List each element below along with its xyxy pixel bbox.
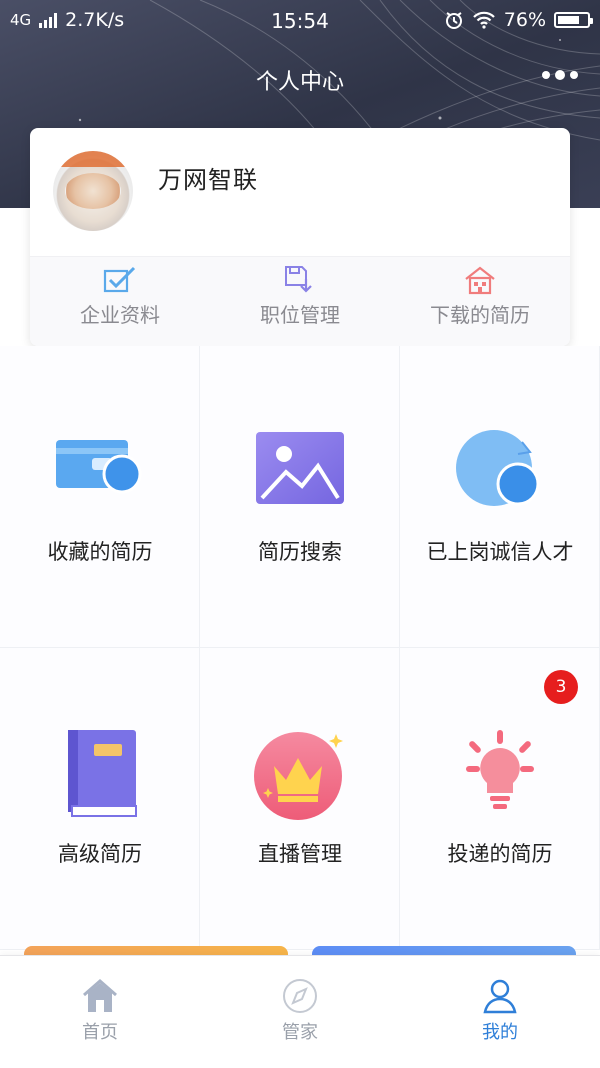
save-download-icon <box>285 266 312 293</box>
more-dots-icon[interactable] <box>542 70 578 80</box>
action-downloaded-resumes[interactable]: 下载的简历 <box>390 257 570 346</box>
home-icon <box>83 979 117 1012</box>
house-icon <box>465 266 495 295</box>
tab-mine[interactable]: 我的 <box>400 956 600 1068</box>
battery-percent: 76% <box>503 9 546 31</box>
action-label: 职位管理 <box>260 303 340 327</box>
action-job-management[interactable]: 职位管理 <box>210 257 390 346</box>
checkbox-icon <box>103 266 136 293</box>
page-title: 个人中心 <box>255 70 344 95</box>
lightbulb-icon <box>465 730 534 809</box>
alarm-icon <box>445 12 462 29</box>
book-icon <box>67 730 137 817</box>
image-mountain-icon <box>255 432 344 504</box>
action-company-info[interactable]: 企业资料 <box>30 257 210 346</box>
action-label: 下载的简历 <box>430 303 530 327</box>
tab-label: 首页 <box>82 1022 118 1043</box>
battery-icon <box>554 12 593 28</box>
avatar[interactable] <box>53 151 133 231</box>
notification-badge: 3 <box>544 670 578 704</box>
feature-certified-talent[interactable]: 已上岗诚信人才 <box>400 346 600 648</box>
feature-label: 已上岗诚信人才 <box>426 540 574 564</box>
tab-bar: 首页 管家 我的 <box>0 955 600 1068</box>
compass-icon <box>283 979 317 1013</box>
card-wallet-icon <box>55 440 141 494</box>
feature-live-management[interactable]: 直播管理 <box>200 648 400 950</box>
profile-actions: 企业资料 职位管理 下载的简历 <box>30 256 570 346</box>
profile-card: 万网智联 企业资料 职位管理 下载的简历 <box>30 128 570 346</box>
feature-grid: 收藏的简历 简历搜索 已上岗诚信人才 高级简历 直播管理 投递的简历 <box>0 346 600 950</box>
tab-label: 管家 <box>282 1022 318 1043</box>
circle-refresh-icon <box>455 430 539 506</box>
tab-label: 我的 <box>482 1022 518 1043</box>
crown-icon <box>253 732 343 820</box>
feature-premium-resume[interactable]: 高级简历 <box>0 648 200 950</box>
feature-label: 直播管理 <box>258 842 342 866</box>
status-right: 76% <box>444 9 593 31</box>
wifi-icon <box>472 11 495 29</box>
feature-resume-search[interactable]: 简历搜索 <box>200 346 400 648</box>
tab-steward[interactable]: 管家 <box>200 956 400 1068</box>
user-icon <box>483 979 517 1014</box>
feature-label: 收藏的简历 <box>47 540 153 564</box>
feature-saved-resumes[interactable]: 收藏的简历 <box>0 346 200 648</box>
feature-label: 简历搜索 <box>258 540 342 564</box>
feature-label: 高级简历 <box>58 842 142 866</box>
status-bar: 4G 2.7K/s 15:54 76% <box>0 0 600 42</box>
tab-home[interactable]: 首页 <box>0 956 200 1068</box>
feature-label: 投递的简历 <box>447 842 553 866</box>
action-label: 企业资料 <box>80 303 160 327</box>
company-name[interactable]: 万网智联 <box>158 160 258 195</box>
